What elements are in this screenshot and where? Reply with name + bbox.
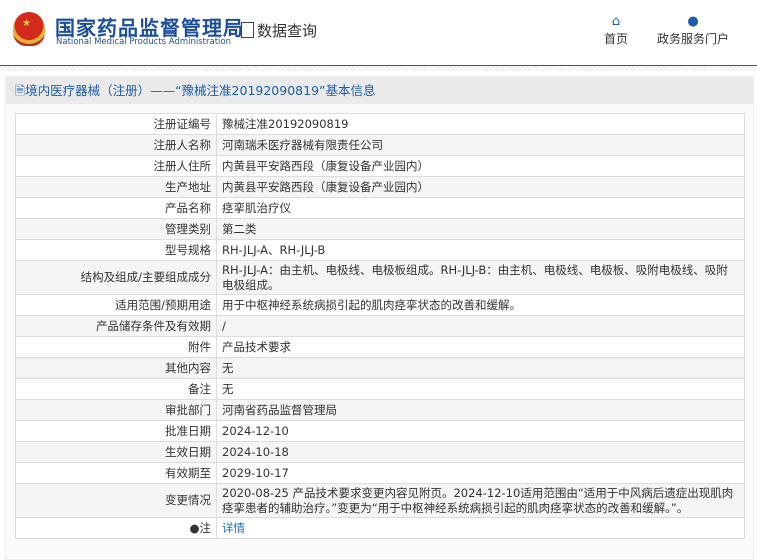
table-row: 结构及组成/主要组成成分 RH-JLJ-A：由主机、电极线、电极板组成。RH-JL… [15,260,745,295]
data-query-link[interactable]: 数据查询 [241,20,317,41]
field-value: 用于中枢神经系统病损引起的肌肉痉挛状态的改善和缓解。 [216,294,745,316]
table-row: 产品储存条件及有效期 / [15,315,745,337]
table-row: 注册证编号 豫械注准20192090819 [15,113,745,135]
table-row: 注册人名称 河南瑞禾医疗器械有限责任公司 [15,134,745,156]
table-row: 变更情况 2020-08-25 产品技术要求变更内容见附页。2024-12-10适… [15,483,745,518]
nav-service-portal[interactable]: ● 政务服务门户 [657,14,729,47]
field-value: 痉挛肌治疗仪 [216,197,745,219]
field-label: 产品储存条件及有效期 [15,315,217,337]
field-value: 2029-10-17 [216,462,745,484]
field-value: RH-JLJ-A：由主机、电极线、电极板组成。RH-JLJ-B：由主机、电极线、… [216,260,745,295]
home-icon: ⌂ [611,14,621,29]
table-row: 审批部门 河南省药品监督管理局 [15,399,745,421]
field-label: 适用范围/预期用途 [15,294,217,316]
field-value: 内黄县平安路西段（康复设备产业园内） [216,176,745,198]
table-row: 生效日期 2024-10-18 [15,441,745,463]
panel-title: 🗎境内医疗器械（注册）——“豫械注准20192090819”基本信息 [6,77,753,104]
table-row: 产品名称 痉挛肌治疗仪 [15,197,745,219]
field-label: 附件 [15,336,217,358]
field-label: 生产地址 [15,176,217,198]
field-label: 管理类别 [15,218,217,240]
panel-title-text: 境内医疗器械（注册）——“豫械注准20192090819”基本信息 [25,83,376,98]
table-row: 适用范围/预期用途 用于中枢神经系统病损引起的肌肉痉挛状态的改善和缓解。 [15,294,745,316]
field-label: 注册人名称 [15,134,217,156]
table-row: 有效期至 2029-10-17 [15,462,745,484]
nav-portal-label: 政务服务门户 [657,32,730,46]
field-label: 产品名称 [15,197,217,219]
field-label: 注册人住所 [15,155,217,177]
table-row: 备注无 [15,378,745,400]
field-value: 河南省药品监督管理局 [216,399,745,421]
table-row: 型号规格 RH-JLJ-A、RH-JLJ-B [15,239,745,261]
table-row: 附件 产品技术要求 [15,336,745,358]
field-label: 结构及组成/主要组成成分 [15,260,217,295]
note-label: 注 [199,520,212,535]
field-label: 生效日期 [15,441,217,463]
national-emblem-logo: ★ [13,12,45,46]
pin-icon: ● [189,520,200,535]
data-query-label: 数据查询 [257,22,318,40]
table-row: 管理类别 第二类 [15,218,745,240]
table-row: 批准日期 2024-12-10 [15,420,745,442]
field-value: 2020-08-25 产品技术要求变更内容见附页。2024-12-10适用范围由… [216,483,745,518]
field-label: 审批部门 [15,399,217,421]
field-value: 豫械注准20192090819 [216,113,745,135]
table-row: 注册人住所 内黄县平安路西段（康复设备产业园内） [15,155,745,177]
field-value: 2024-10-18 [216,441,745,463]
divider [0,66,757,71]
field-value: 无 [216,357,745,379]
table-row: 生产地址 内黄县平安路西段（康复设备产业园内） [15,176,745,198]
field-label: 有效期至 [15,462,217,484]
field-label: ●注 [15,517,217,539]
field-label: 其他内容 [15,357,217,379]
nav-home[interactable]: ⌂ 首页 [604,14,628,47]
field-value: 无 [216,378,745,400]
field-value: 第二类 [216,218,745,240]
table-row: ●注 详情 [15,517,745,539]
detail-table: 注册证编号 豫械注准20192090819 注册人名称 河南瑞禾医疗器械有限责任公司注… [15,113,745,539]
details-link[interactable]: 详情 [222,521,245,535]
field-value: RH-JLJ-A、RH-JLJ-B [216,239,745,261]
logo-title-en: National Medical Products Administration [56,37,231,47]
nav-home-label: 首页 [604,32,629,46]
field-label: 变更情况 [15,483,217,518]
field-label: 批准日期 [15,420,217,442]
field-value: 内黄县平安路西段（康复设备产业园内） [216,155,745,177]
table-row: 其他内容无 [15,357,745,379]
field-value: 详情 [216,517,745,539]
field-value: 产品技术要求 [216,336,745,358]
field-value: 河南瑞禾医疗器械有限责任公司 [216,134,745,156]
field-label: 备注 [15,378,217,400]
field-label: 注册证编号 [15,113,217,135]
detail-panel: 🗎境内医疗器械（注册）——“豫械注准20192090819”基本信息 注册证编号… [5,76,754,560]
field-label: 型号规格 [15,239,217,261]
field-value: 2024-12-10 [216,420,745,442]
field-value: / [216,315,745,337]
document-search-icon [241,22,254,38]
site-header: ★ 国家药品监督管理局 National Medical Products Ad… [0,0,757,66]
user-icon: ● [687,14,699,29]
